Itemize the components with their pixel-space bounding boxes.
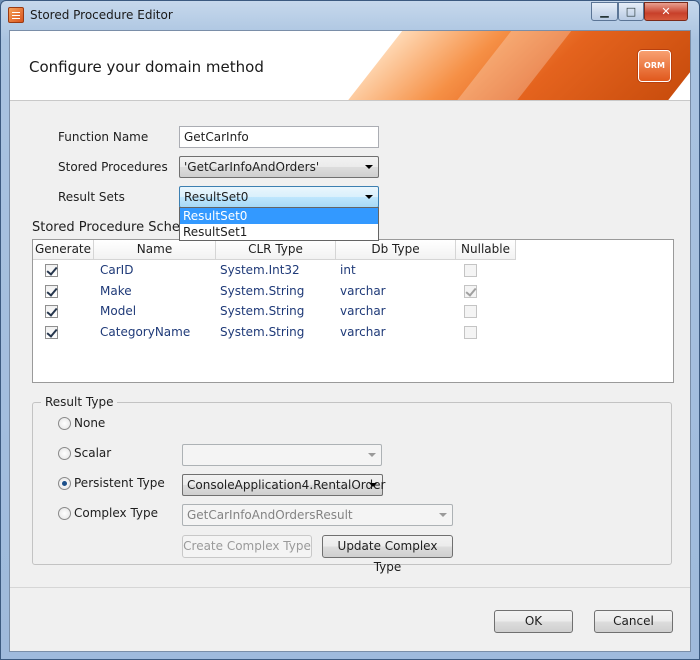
db-type-cell: varchar <box>340 284 386 298</box>
chevron-down-icon <box>439 513 447 517</box>
page-title: Configure your domain method <box>29 58 264 76</box>
persistent-type-value: ConsoleApplication4.RentalOrder <box>187 478 386 492</box>
nullable-checkbox <box>464 285 477 298</box>
dialog-client-area: Configure your domain method ORM Functio… <box>9 30 691 652</box>
persistent-type-label: Persistent Type <box>74 476 165 490</box>
chevron-down-icon <box>368 453 376 457</box>
column-header-generate[interactable]: Generate <box>33 240 94 260</box>
name-cell: Make <box>100 284 132 298</box>
stored-procedures-select[interactable]: 'GetCarInfoAndOrders' <box>179 156 379 178</box>
dialog-footer: OK Cancel <box>10 587 690 651</box>
chevron-down-icon <box>365 195 373 199</box>
nullable-checkbox <box>464 305 477 318</box>
result-type-legend: Result Type <box>41 395 118 409</box>
complex-type-radio[interactable] <box>58 507 71 520</box>
column-header-nullable[interactable]: Nullable <box>456 240 516 260</box>
db-type-cell: varchar <box>340 304 386 318</box>
scalar-type-select[interactable] <box>182 444 382 466</box>
cancel-button[interactable]: Cancel <box>594 610 673 633</box>
none-radio[interactable] <box>58 417 71 430</box>
scalar-radio[interactable] <box>58 447 71 460</box>
complex-type-select[interactable]: GetCarInfoAndOrdersResult <box>182 504 453 526</box>
result-sets-dropdown: ResultSet0 ResultSet1 <box>179 207 379 241</box>
result-sets-label: Result Sets <box>58 190 125 204</box>
persistent-type-select[interactable]: ConsoleApplication4.RentalOrder <box>182 474 386 496</box>
generate-checkbox[interactable] <box>45 264 58 277</box>
nullable-checkbox <box>464 326 477 339</box>
none-label: None <box>74 416 106 430</box>
maximize-button[interactable]: □ <box>618 2 644 21</box>
db-type-cell: varchar <box>340 325 386 339</box>
wizard-header: Configure your domain method ORM <box>10 31 690 101</box>
result-sets-select[interactable]: ResultSet0 <box>179 186 379 208</box>
complex-type-label: Complex Type <box>74 506 159 520</box>
update-complex-type-button[interactable]: Update Complex Type <box>322 535 453 574</box>
schema-grid[interactable]: Generate Name CLR Type Db Type Nullable … <box>32 239 674 383</box>
clr-type-cell: System.String <box>220 284 305 298</box>
title-bar[interactable]: Stored Procedure Editor ▁ □ ✕ <box>1 1 699 29</box>
clr-type-cell: System.Int32 <box>220 263 300 277</box>
table-row[interactable]: Make System.String varchar <box>33 282 673 302</box>
db-type-cell: int <box>340 263 356 277</box>
chevron-down-icon <box>365 165 373 169</box>
function-name-label: Function Name <box>58 130 149 144</box>
complex-type-value: GetCarInfoAndOrdersResult <box>187 508 353 522</box>
nullable-checkbox <box>464 264 477 277</box>
column-header-name[interactable]: Name <box>94 240 216 260</box>
name-cell: CarID <box>100 263 134 277</box>
window-title: Stored Procedure Editor <box>30 8 173 22</box>
table-row[interactable]: CategoryName System.String varchar <box>33 323 673 343</box>
orm-logo-icon: ORM <box>638 50 671 82</box>
chevron-down-icon <box>369 483 377 487</box>
persistent-type-radio[interactable] <box>58 477 71 490</box>
minimize-button[interactable]: ▁ <box>591 2 618 21</box>
generate-checkbox[interactable] <box>45 305 58 318</box>
generate-checkbox[interactable] <box>45 285 58 298</box>
app-icon <box>8 7 24 23</box>
close-button[interactable]: ✕ <box>644 2 688 21</box>
table-row[interactable]: CarID System.Int32 int <box>33 261 673 281</box>
name-cell: Model <box>100 304 137 318</box>
stored-procedures-label: Stored Procedures <box>58 160 168 174</box>
table-row[interactable]: Model System.String varchar <box>33 302 673 322</box>
create-complex-type-button[interactable]: Create Complex Type <box>182 535 312 558</box>
function-name-input[interactable]: GetCarInfo <box>179 126 379 148</box>
clr-type-cell: System.String <box>220 304 305 318</box>
result-sets-option[interactable]: ResultSet1 <box>180 224 378 240</box>
stored-procedure-editor-window: Stored Procedure Editor ▁ □ ✕ Configure … <box>0 0 700 660</box>
result-sets-option[interactable]: ResultSet0 <box>180 208 378 224</box>
name-cell: CategoryName <box>100 325 191 339</box>
clr-type-cell: System.String <box>220 325 305 339</box>
column-header-db-type[interactable]: Db Type <box>336 240 456 260</box>
stored-procedures-value: 'GetCarInfoAndOrders' <box>184 160 320 174</box>
scalar-label: Scalar <box>74 446 112 460</box>
generate-checkbox[interactable] <box>45 326 58 339</box>
schema-label: Stored Procedure Schema <box>32 220 201 235</box>
result-sets-value: ResultSet0 <box>184 190 249 204</box>
column-header-clr-type[interactable]: CLR Type <box>216 240 336 260</box>
ok-button[interactable]: OK <box>494 610 573 633</box>
